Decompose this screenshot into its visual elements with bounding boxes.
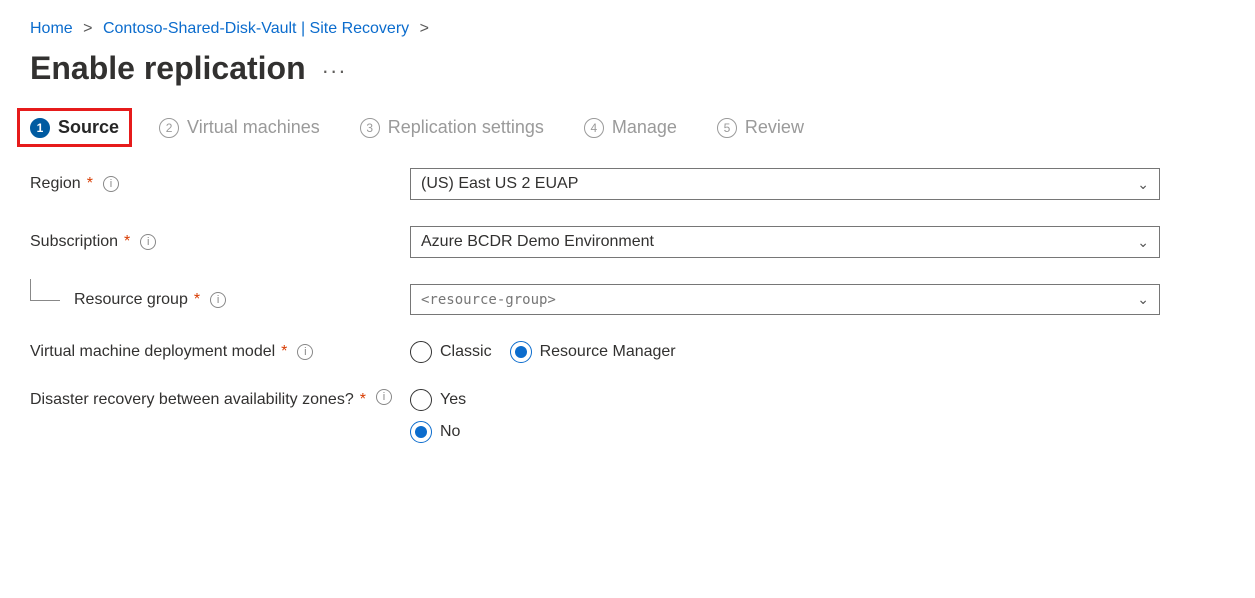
wizard-steps: 1 Source 2 Virtual machines 3 Replicatio… xyxy=(30,117,1225,138)
info-icon[interactable]: i xyxy=(140,234,156,250)
tree-indent-icon xyxy=(30,279,60,301)
info-icon[interactable]: i xyxy=(376,389,392,405)
required-icon: * xyxy=(124,233,130,251)
step-label: Virtual machines xyxy=(187,117,320,138)
chevron-down-icon: ⌄ xyxy=(1137,176,1149,193)
required-icon: * xyxy=(281,343,287,361)
step-source[interactable]: 1 Source xyxy=(17,108,132,147)
more-actions-button[interactable]: ··· xyxy=(322,58,347,84)
info-icon[interactable]: i xyxy=(103,176,119,192)
radio-icon xyxy=(410,421,432,443)
label-resource-group: Resource group * i xyxy=(30,291,410,309)
radio-label: Yes xyxy=(440,391,466,409)
row-resource-group: Resource group * i <resource-group> ⌄ xyxy=(30,284,1225,315)
label-text: Subscription xyxy=(30,233,118,251)
required-icon: * xyxy=(87,175,93,193)
step-number: 2 xyxy=(159,118,179,138)
radio-label: Resource Manager xyxy=(540,343,676,361)
label-text: Disaster recovery between availability z… xyxy=(30,389,354,411)
step-virtual-machines[interactable]: 2 Virtual machines xyxy=(159,117,320,138)
row-dr-zones: Disaster recovery between availability z… xyxy=(30,389,1225,443)
step-number: 5 xyxy=(717,118,737,138)
breadcrumb-separator: > xyxy=(83,20,92,37)
chevron-down-icon: ⌄ xyxy=(1137,234,1149,251)
radio-icon xyxy=(410,389,432,411)
step-number: 3 xyxy=(360,118,380,138)
label-dr-zones: Disaster recovery between availability z… xyxy=(30,389,410,411)
step-replication-settings[interactable]: 3 Replication settings xyxy=(360,117,544,138)
step-number: 4 xyxy=(584,118,604,138)
select-value: (US) East US 2 EUAP xyxy=(421,175,578,193)
select-placeholder: <resource-group> xyxy=(421,292,556,308)
required-icon: * xyxy=(360,389,366,411)
subscription-select[interactable]: Azure BCDR Demo Environment ⌄ xyxy=(410,226,1160,258)
label-deployment-model: Virtual machine deployment model * i xyxy=(30,343,410,361)
breadcrumb-vault[interactable]: Contoso-Shared-Disk-Vault | Site Recover… xyxy=(103,20,409,37)
radio-resource-manager[interactable]: Resource Manager xyxy=(510,341,676,363)
label-text: Resource group xyxy=(74,291,188,309)
radio-no[interactable]: No xyxy=(410,421,460,443)
row-deployment-model: Virtual machine deployment model * i Cla… xyxy=(30,341,1225,363)
breadcrumb-separator: > xyxy=(420,20,429,37)
resource-group-select[interactable]: <resource-group> ⌄ xyxy=(410,284,1160,315)
step-label: Replication settings xyxy=(388,117,544,138)
step-review[interactable]: 5 Review xyxy=(717,117,804,138)
step-manage[interactable]: 4 Manage xyxy=(584,117,677,138)
radio-icon xyxy=(410,341,432,363)
info-icon[interactable]: i xyxy=(210,292,226,308)
row-region: Region * i (US) East US 2 EUAP ⌄ xyxy=(30,168,1225,200)
label-text: Virtual machine deployment model xyxy=(30,343,275,361)
label-subscription: Subscription * i xyxy=(30,233,410,251)
step-number: 1 xyxy=(30,118,50,138)
step-label: Source xyxy=(58,117,119,138)
label-text: Region xyxy=(30,175,81,193)
row-subscription: Subscription * i Azure BCDR Demo Environ… xyxy=(30,226,1225,258)
radio-icon xyxy=(510,341,532,363)
deployment-model-radio-group: Classic Resource Manager xyxy=(410,341,1160,363)
region-select[interactable]: (US) East US 2 EUAP ⌄ xyxy=(410,168,1160,200)
dr-zones-radio-group: Yes No xyxy=(410,389,1160,443)
chevron-down-icon: ⌄ xyxy=(1137,291,1149,308)
page-title-row: Enable replication ··· xyxy=(30,46,1225,117)
radio-label: No xyxy=(440,423,460,441)
breadcrumb: Home > Contoso-Shared-Disk-Vault | Site … xyxy=(30,20,1225,38)
radio-classic[interactable]: Classic xyxy=(410,341,492,363)
step-label: Review xyxy=(745,117,804,138)
info-icon[interactable]: i xyxy=(297,344,313,360)
label-region: Region * i xyxy=(30,175,410,193)
required-icon: * xyxy=(194,291,200,309)
select-value: Azure BCDR Demo Environment xyxy=(421,233,654,251)
radio-label: Classic xyxy=(440,343,492,361)
page-title: Enable replication xyxy=(30,50,306,87)
step-label: Manage xyxy=(612,117,677,138)
radio-yes[interactable]: Yes xyxy=(410,389,466,411)
breadcrumb-home[interactable]: Home xyxy=(30,20,73,37)
